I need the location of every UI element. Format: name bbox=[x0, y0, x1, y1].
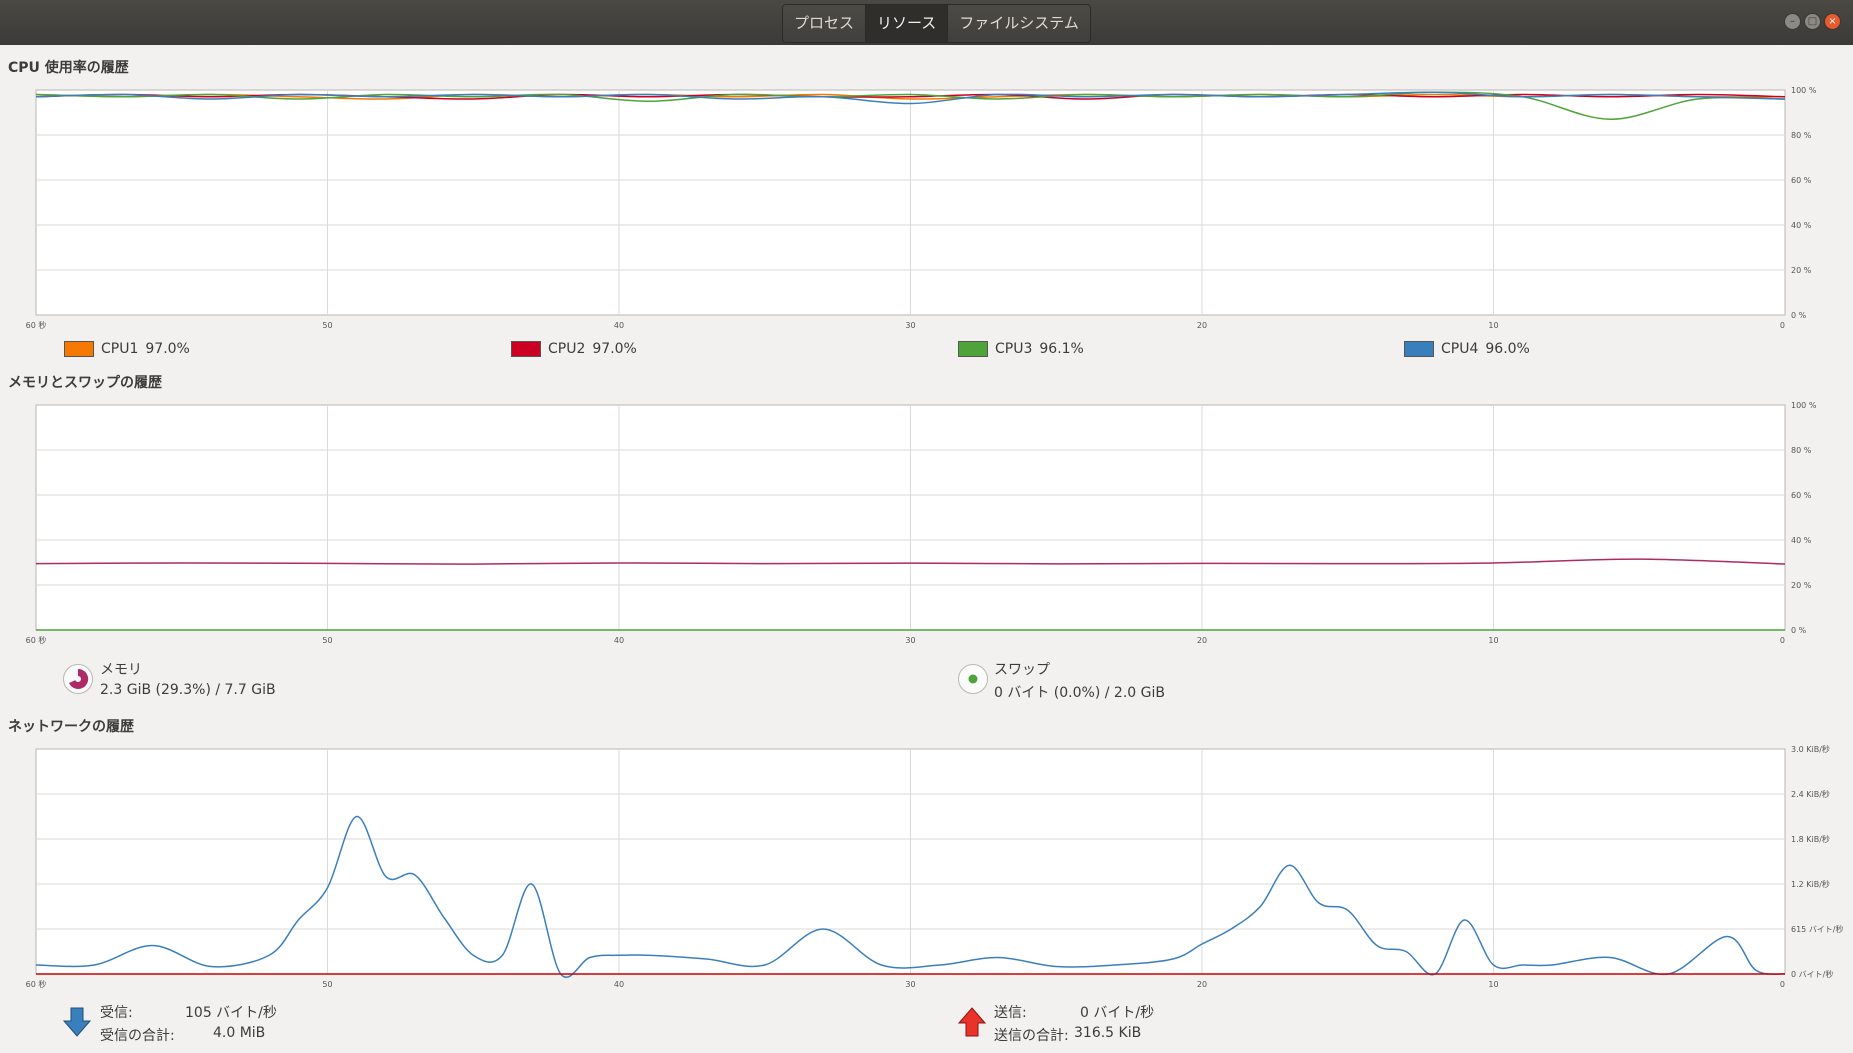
cpu1-label: CPU1 bbox=[101, 341, 139, 357]
tab-processes[interactable]: プロセス bbox=[783, 5, 867, 42]
receive-rate: 105 バイト/秒 bbox=[185, 1005, 277, 1021]
network-history-graph: 3.0 KiB/秒 2.4 KiB/秒 1.8 KiB/秒 1.2 KiB/秒 615 … bbox=[26, 744, 1844, 989]
y-tick-label: 40 % bbox=[1791, 536, 1812, 545]
cpu3-legend[interactable]: CPU3 96.1% bbox=[958, 341, 1084, 357]
y-tick-label: 60 % bbox=[1791, 176, 1812, 185]
x-tick-label: 10 bbox=[1488, 980, 1498, 989]
cpu2-label: CPU2 bbox=[548, 341, 586, 357]
close-button[interactable]: × bbox=[1824, 13, 1841, 30]
y-tick-label: 0 % bbox=[1791, 626, 1807, 635]
cpu-section-title: CPU 使用率の履歴 bbox=[8, 60, 129, 76]
x-tick-label: 40 bbox=[614, 980, 624, 989]
memory-value: 2.3 GiB (29.3%) / 7.7 GiB bbox=[100, 682, 276, 698]
x-tick-label: 0 bbox=[1780, 321, 1785, 330]
memory-section-title: メモリとスワップの履歴 bbox=[8, 375, 162, 391]
cpu4-color-swatch[interactable] bbox=[1404, 341, 1434, 357]
cpu1-value: 97.0% bbox=[145, 341, 190, 357]
cpu3-value: 96.1% bbox=[1039, 341, 1084, 357]
x-tick-label: 50 bbox=[322, 980, 332, 989]
y-tick-label: 3.0 KiB/秒 bbox=[1791, 744, 1830, 754]
x-tick-label: 20 bbox=[1197, 980, 1207, 989]
x-tick-label: 0 bbox=[1780, 636, 1785, 645]
x-tick-label: 50 bbox=[322, 636, 332, 645]
y-tick-label: 20 % bbox=[1791, 266, 1812, 275]
cpu3-label: CPU3 bbox=[995, 341, 1033, 357]
y-tick-label: 0 バイト/秒 bbox=[1791, 969, 1833, 979]
memory-pie-icon[interactable] bbox=[63, 664, 93, 694]
download-arrow-icon[interactable] bbox=[63, 1007, 91, 1037]
minimize-button[interactable]: – bbox=[1784, 13, 1801, 30]
cpu2-color-swatch[interactable] bbox=[511, 341, 541, 357]
y-tick-label: 615 バイト/秒 bbox=[1791, 924, 1844, 934]
cpu4-label: CPU4 bbox=[1441, 341, 1479, 357]
send-label: 送信: bbox=[994, 1005, 1027, 1021]
send-total-value: 316.5 KiB bbox=[1074, 1025, 1142, 1041]
cpu2-legend[interactable]: CPU2 97.0% bbox=[511, 341, 637, 357]
x-tick-label: 30 bbox=[905, 636, 915, 645]
x-tick-label: 40 bbox=[614, 636, 624, 645]
x-tick-label: 20 bbox=[1197, 636, 1207, 645]
cpu1-legend[interactable]: CPU1 97.0% bbox=[64, 341, 190, 357]
receive-total-label: 受信の合計: bbox=[100, 1028, 175, 1044]
x-tick-label: 40 bbox=[614, 321, 624, 330]
y-tick-label: 1.2 KiB/秒 bbox=[1791, 879, 1830, 889]
x-tick-label: 30 bbox=[905, 321, 915, 330]
upload-arrow-icon[interactable] bbox=[958, 1007, 986, 1037]
x-tick-label: 10 bbox=[1488, 321, 1498, 330]
x-tick-label: 60 秒 bbox=[26, 320, 47, 330]
send-rate: 0 バイト/秒 bbox=[1080, 1005, 1155, 1021]
y-tick-label: 2.4 KiB/秒 bbox=[1791, 789, 1830, 799]
x-tick-label: 0 bbox=[1780, 980, 1785, 989]
y-tick-label: 60 % bbox=[1791, 491, 1812, 500]
memory-label: メモリ bbox=[100, 662, 142, 678]
y-tick-label: 100 % bbox=[1791, 401, 1817, 410]
x-tick-label: 30 bbox=[905, 980, 915, 989]
y-tick-label: 0 % bbox=[1791, 311, 1807, 320]
x-tick-label: 20 bbox=[1197, 321, 1207, 330]
swap-pie-icon[interactable] bbox=[958, 664, 988, 694]
send-total-label: 送信の合計: bbox=[994, 1028, 1069, 1044]
y-tick-label: 80 % bbox=[1791, 446, 1812, 455]
receive-total-value: 4.0 MiB bbox=[213, 1025, 266, 1041]
maximize-button[interactable]: □ bbox=[1804, 13, 1821, 30]
cpu3-color-swatch[interactable] bbox=[958, 341, 988, 357]
cpu2-value: 97.0% bbox=[592, 341, 637, 357]
tab-resources[interactable]: リソース bbox=[866, 5, 949, 42]
cpu4-legend[interactable]: CPU4 96.0% bbox=[1404, 341, 1530, 357]
x-tick-label: 60 秒 bbox=[26, 979, 47, 989]
receive-label: 受信: bbox=[100, 1005, 133, 1021]
y-tick-label: 20 % bbox=[1791, 581, 1812, 590]
x-tick-label: 60 秒 bbox=[26, 635, 47, 645]
x-tick-label: 50 bbox=[322, 321, 332, 330]
y-tick-label: 100 % bbox=[1791, 86, 1817, 95]
cpu-history-graph: 100 % 80 % 60 % 40 % 20 % 0 % 60 秒 50 40 30 20 10 0 bbox=[26, 86, 1817, 330]
window-controls: – □ × bbox=[1784, 13, 1841, 30]
swap-value: 0 バイト (0.0%) / 2.0 GiB bbox=[994, 685, 1165, 701]
network-section-title: ネットワークの履歴 bbox=[8, 719, 134, 735]
title-bar: プロセス リソース ファイルシステム – □ × bbox=[0, 0, 1853, 45]
cpu4-value: 96.0% bbox=[1485, 341, 1530, 357]
swap-label: スワップ bbox=[994, 662, 1050, 678]
cpu1-color-swatch[interactable] bbox=[64, 341, 94, 357]
y-tick-label: 1.8 KiB/秒 bbox=[1791, 834, 1830, 844]
x-tick-label: 10 bbox=[1488, 636, 1498, 645]
y-tick-label: 40 % bbox=[1791, 221, 1812, 230]
y-tick-label: 80 % bbox=[1791, 131, 1812, 140]
tab-filesystems[interactable]: ファイルシステム bbox=[948, 5, 1090, 42]
memory-history-graph: 100 % 80 % 60 % 40 % 20 % 0 % 60 秒 50 40 30 20 10 0 bbox=[26, 401, 1817, 645]
view-switcher: プロセス リソース ファイルシステム bbox=[782, 4, 1091, 43]
